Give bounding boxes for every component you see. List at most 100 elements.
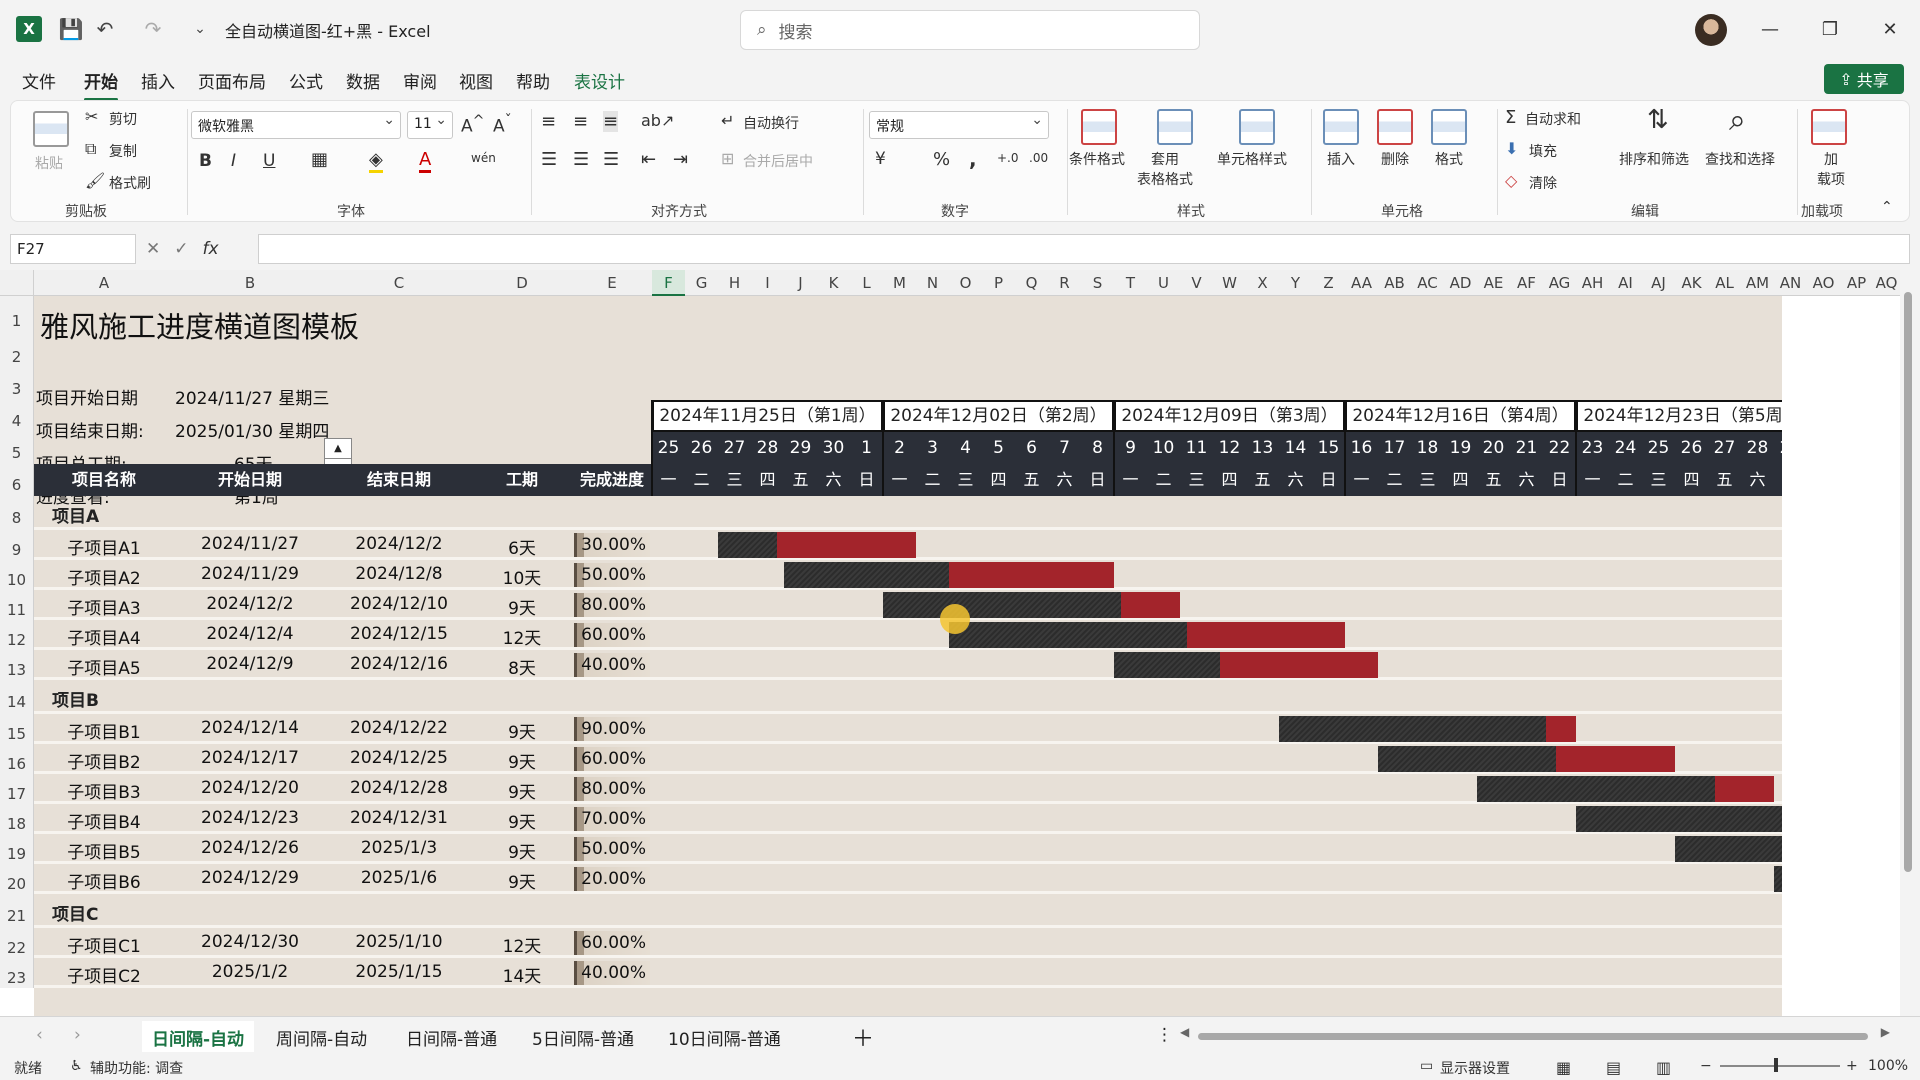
row-header[interactable]: 8 [0, 496, 34, 530]
row-header[interactable]: 4 [0, 400, 34, 432]
tab-formulas[interactable]: 公式 [289, 68, 323, 93]
column-header[interactable]: S [1081, 270, 1114, 296]
column-header[interactable]: AE [1477, 270, 1510, 296]
tab-review[interactable]: 审阅 [403, 68, 437, 93]
align-top-icon[interactable]: ≡ [541, 111, 556, 132]
row-header[interactable]: 13 [0, 650, 34, 680]
increase-indent-icon[interactable]: ⇥ [673, 149, 688, 170]
search-box[interactable]: ⌕ 搜索 [740, 10, 1200, 50]
normal-view-icon[interactable]: ▦ [1556, 1058, 1571, 1077]
column-header[interactable]: C [326, 270, 472, 296]
font-name-select[interactable]: 微软雅黑 [191, 111, 401, 139]
zoom-level[interactable]: 100% [1868, 1058, 1908, 1074]
row-header[interactable]: 20 [0, 864, 34, 894]
fill-button[interactable]: 填充 [1529, 141, 1557, 161]
column-header[interactable]: Q [1015, 270, 1048, 296]
column-header[interactable]: AD [1444, 270, 1477, 296]
empty-columns-area[interactable] [1782, 296, 1900, 1016]
zoom-out-icon[interactable]: − [1700, 1058, 1712, 1074]
row-header[interactable]: 10 [0, 560, 34, 590]
conditional-format-button[interactable]: 条件格式 [1069, 149, 1125, 169]
border-icon[interactable]: ▦ [311, 149, 328, 170]
format-as-table-button[interactable]: 套用 表格格式 [1137, 149, 1193, 189]
column-header[interactable]: W [1213, 270, 1246, 296]
select-all-corner[interactable] [0, 270, 34, 296]
tab-help[interactable]: 帮助 [516, 68, 550, 93]
row-header[interactable]: 2 [0, 336, 34, 368]
tab-file[interactable]: 文件 [22, 68, 56, 93]
underline-icon[interactable]: U [263, 151, 275, 171]
row-header[interactable]: 21 [0, 894, 34, 928]
close-icon[interactable]: ✕ [1870, 14, 1910, 44]
row-header[interactable]: 11 [0, 590, 34, 620]
paste-button[interactable]: 粘贴 [35, 153, 63, 173]
accessibility-status[interactable]: 辅助功能: 调查 [90, 1058, 183, 1078]
undo-icon[interactable]: ↶ [92, 16, 118, 42]
row-header[interactable]: 18 [0, 804, 34, 834]
sort-filter-button[interactable]: 排序和筛选 [1619, 149, 1689, 169]
quick-access-dropdown-icon[interactable]: ⌄ [190, 16, 210, 42]
column-header[interactable]: AF [1510, 270, 1543, 296]
fill-color-icon[interactable]: ◈ [369, 149, 383, 173]
row-header[interactable]: 1 [0, 296, 34, 336]
cells-area[interactable]: 雅风施工进度横道图模板 项目开始日期 2024/11/27 星期三 项目结束日期… [34, 296, 1808, 1016]
column-header[interactable]: F [652, 270, 685, 296]
column-header[interactable]: B [174, 270, 326, 296]
column-header[interactable]: D [472, 270, 572, 296]
column-header[interactable]: G [685, 270, 718, 296]
column-header[interactable]: P [982, 270, 1015, 296]
find-select-button[interactable]: 查找和选择 [1705, 149, 1775, 169]
column-header[interactable]: AJ [1642, 270, 1675, 296]
row-header[interactable]: 19 [0, 834, 34, 864]
tab-insert[interactable]: 插入 [141, 68, 175, 93]
save-icon[interactable]: 💾 [58, 16, 84, 42]
align-right-icon[interactable]: ☰ [603, 149, 619, 170]
column-header[interactable]: AB [1378, 270, 1411, 296]
formula-input[interactable] [258, 234, 1910, 264]
tab-page-layout[interactable]: 页面布局 [198, 68, 266, 93]
column-header[interactable]: AL [1708, 270, 1741, 296]
decrease-indent-icon[interactable]: ⇤ [641, 149, 656, 170]
name-box[interactable]: F27 [10, 234, 136, 264]
tab-home[interactable]: 开始 [84, 68, 118, 101]
clear-button[interactable]: 清除 [1529, 173, 1557, 193]
add-sheet-icon[interactable]: ＋ [842, 1017, 884, 1057]
zoom-in-icon[interactable]: + [1846, 1058, 1858, 1074]
format-painter-button[interactable]: 格式刷 [109, 173, 151, 193]
column-header[interactable]: Z [1312, 270, 1345, 296]
cell-styles-button[interactable]: 单元格样式 [1217, 149, 1287, 169]
column-header[interactable]: J [784, 270, 817, 296]
collapse-ribbon-icon[interactable]: ⌃ [1881, 199, 1893, 215]
column-header[interactable]: AH [1576, 270, 1609, 296]
decrease-decimal-icon[interactable]: .00 [1029, 151, 1048, 165]
font-color-icon[interactable]: A [419, 149, 432, 173]
sheet-tab-daily-normal[interactable]: 日间隔-普通 [396, 1021, 507, 1054]
column-header[interactable]: T [1114, 270, 1147, 296]
page-break-icon[interactable]: ▥ [1656, 1058, 1671, 1077]
shrink-font-icon[interactable]: Aˇ [493, 113, 512, 137]
row-header[interactable]: 12 [0, 620, 34, 650]
currency-icon[interactable]: ¥ [875, 149, 886, 169]
column-header[interactable]: X [1246, 270, 1279, 296]
grow-font-icon[interactable]: A^ [461, 113, 485, 137]
row-header[interactable]: 6 [0, 464, 34, 496]
column-header[interactable]: AC [1411, 270, 1444, 296]
column-header[interactable]: Y [1279, 270, 1312, 296]
sheet-tab-5day-normal[interactable]: 5日间隔-普通 [522, 1021, 644, 1054]
copy-button[interactable]: 复制 [109, 141, 137, 161]
column-header[interactable]: O [949, 270, 982, 296]
enter-icon[interactable]: ✓ [174, 239, 188, 259]
format-cells-button[interactable]: 格式 [1435, 149, 1463, 169]
share-button[interactable]: ⇪ 共享 [1824, 64, 1904, 94]
font-size-select[interactable]: 11 [407, 111, 453, 139]
row-header[interactable]: 3 [0, 368, 34, 400]
spin-up-icon[interactable]: ▲ [325, 439, 351, 459]
delete-cells-button[interactable]: 删除 [1381, 149, 1409, 169]
row-header[interactable]: 5 [0, 432, 34, 464]
zoom-slider[interactable] [1720, 1065, 1840, 1067]
scroll-right-icon[interactable]: ▶ [1881, 1025, 1890, 1039]
tab-table-design[interactable]: 表设计 [574, 68, 625, 93]
column-header[interactable]: U [1147, 270, 1180, 296]
align-bottom-icon[interactable]: ≡ [603, 111, 619, 132]
scroll-left-icon[interactable]: ◀ [1180, 1025, 1189, 1039]
